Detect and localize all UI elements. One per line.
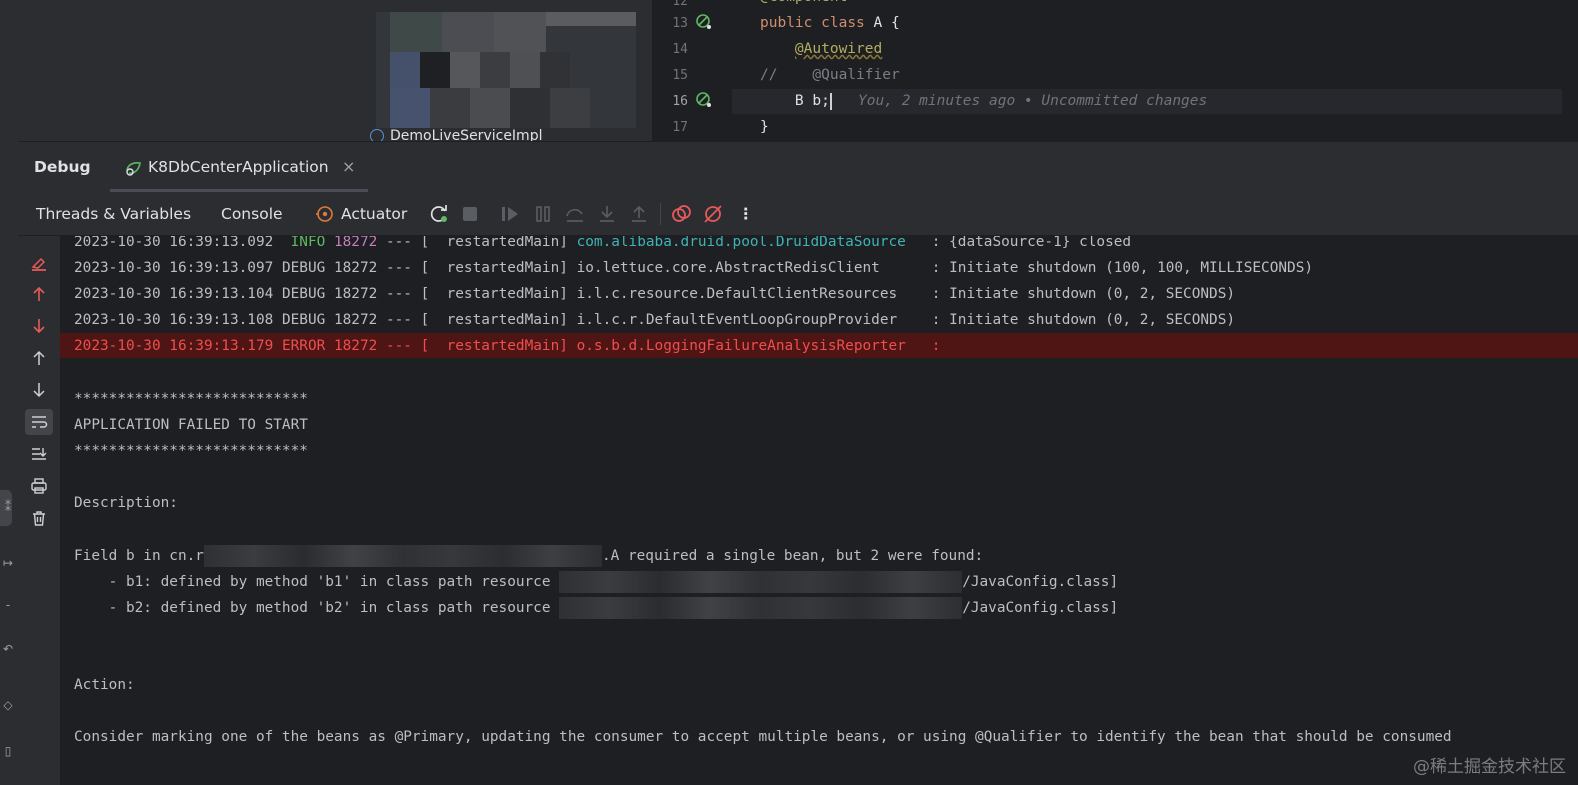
- spring-bean-icon[interactable]: [696, 92, 712, 108]
- failed-heading: APPLICATION FAILED TO START: [74, 417, 308, 433]
- bean-b2-line: - b2: defined by method 'b2' in class pa…: [74, 597, 1118, 619]
- code-line-13: public class A {: [760, 15, 900, 31]
- log-line: 2023-10-30 16:39:13.108 DEBUG 18272 --- …: [74, 312, 1236, 328]
- stars-line: ***************************: [74, 443, 308, 459]
- run-config-tab[interactable]: K8DbCenterApplication ×: [110, 142, 368, 192]
- bean-b1-line: - b1: defined by method 'b1' in class pa…: [74, 571, 1118, 593]
- active-tab-underline: [110, 189, 368, 192]
- toolbar-divider: [660, 203, 661, 225]
- redacted-block: [559, 571, 963, 593]
- stop-icon[interactable]: [459, 203, 481, 225]
- code-line-16: B b; You, 2 minutes ago • Uncommitted ch…: [794, 92, 1208, 110]
- strip-curve-icon[interactable]: ↶: [1, 642, 15, 656]
- console-output[interactable]: 2023-10-30 16:39:13.092 INFO 18272 --- […: [60, 236, 1578, 785]
- print-icon[interactable]: [25, 473, 53, 499]
- editor-area: DemoLiveServiceImpl 12 13 14 15 16 17 @C…: [18, 0, 1578, 142]
- project-panel: DemoLiveServiceImpl: [18, 0, 668, 142]
- redacted-block: [559, 597, 963, 619]
- scroll-to-end-icon[interactable]: [25, 441, 53, 467]
- editor-gutter: 12 13 14 15 16 17: [652, 0, 732, 141]
- code-line-15: // @Qualifier: [760, 67, 900, 83]
- left-tool-strip: ⁑ ↦ - ↶ ◇ ▯: [0, 0, 19, 785]
- code-editor[interactable]: @Component public class A { @Autowired /…: [760, 0, 1578, 141]
- line-number: 17: [672, 120, 688, 135]
- step-over-icon[interactable]: [564, 203, 586, 225]
- line-number: 14: [672, 42, 688, 57]
- step-into-icon[interactable]: [596, 203, 618, 225]
- spring-bean-icon[interactable]: [696, 14, 712, 30]
- down-arrow-icon[interactable]: [25, 313, 53, 339]
- code-line-12: @Component: [760, 0, 847, 8]
- field-line: Field b in cn.r .A required a single bean…: [74, 545, 983, 567]
- debug-strip-icon[interactable]: ⁑: [1, 500, 15, 514]
- view-breakpoints-icon[interactable]: [670, 203, 692, 225]
- down-arrow-icon[interactable]: [25, 377, 53, 403]
- blurred-redaction: [376, 12, 636, 128]
- spring-boot-run-icon: [126, 162, 141, 176]
- close-tab-icon[interactable]: ×: [342, 157, 355, 176]
- stars-line: ***************************: [74, 391, 308, 407]
- run-config-label: K8DbCenterApplication: [148, 158, 329, 176]
- more-icon[interactable]: ⋮: [738, 205, 754, 223]
- up-arrow-icon[interactable]: [25, 281, 53, 307]
- debug-title: Debug: [34, 158, 91, 176]
- mute-breakpoints-icon[interactable]: [702, 203, 724, 225]
- step-out-icon[interactable]: [628, 203, 650, 225]
- actuator-icon: [316, 206, 333, 222]
- log-line: 2023-10-30 16:39:13.092 INFO 18272 --- […: [74, 236, 1132, 250]
- line-number: 13: [672, 16, 688, 31]
- error-log-line: 2023-10-30 16:39:13.179 ERROR 18272 --- …: [74, 338, 941, 354]
- code-line-14: @Autowired: [794, 41, 883, 57]
- action-label: Action:: [74, 677, 135, 693]
- trash-icon[interactable]: [25, 505, 53, 531]
- resume-icon[interactable]: [499, 203, 521, 225]
- tab-actuator[interactable]: Actuator: [341, 205, 407, 223]
- line-number: 15: [672, 68, 688, 83]
- strip-arrow-icon[interactable]: ↦: [1, 556, 15, 570]
- pause-icon[interactable]: [532, 203, 554, 225]
- log-line: 2023-10-30 16:39:13.097 DEBUG 18272 --- …: [74, 260, 1314, 276]
- line-number: 16: [672, 94, 688, 109]
- line-number: 12: [672, 0, 688, 9]
- debug-tab-bar: Debug K8DbCenterApplication ×: [18, 141, 1578, 194]
- tab-console[interactable]: Console: [221, 205, 283, 223]
- redacted-block: [203, 545, 602, 567]
- tab-threads-variables[interactable]: Threads & Variables: [36, 205, 191, 223]
- git-blame-hint: You, 2 minutes ago • Uncommitted changes: [858, 93, 1208, 109]
- log-line: 2023-10-30 16:39:13.104 DEBUG 18272 --- …: [74, 286, 1236, 302]
- text-caret: [829, 92, 832, 110]
- project-tree-item[interactable]: DemoLiveServiceImpl: [370, 128, 542, 142]
- strip-dash-icon[interactable]: -: [1, 598, 15, 612]
- console-side-toolbar: [18, 236, 60, 785]
- debug-toolbar: Threads & Variables Console Actuator ⋮: [18, 193, 1578, 236]
- code-line-17: }: [760, 119, 769, 135]
- action-text: Consider marking one of the beans as @Pr…: [74, 729, 1452, 745]
- rerun-icon[interactable]: [428, 203, 450, 225]
- strip-doc-icon[interactable]: ▯: [1, 744, 15, 758]
- up-arrow-icon[interactable]: [25, 345, 53, 371]
- soft-wrap-icon[interactable]: [25, 409, 53, 435]
- strip-diamond-icon[interactable]: ◇: [1, 698, 15, 712]
- description-label: Description:: [74, 495, 178, 511]
- clear-icon[interactable]: [25, 250, 53, 276]
- watermark: @稀土掘金技术社区: [1413, 757, 1566, 777]
